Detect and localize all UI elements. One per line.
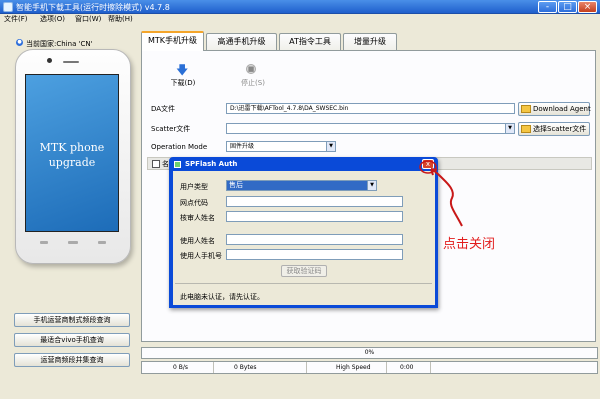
carrier-band-query-button[interactable]: 手机运营商制式频段查询: [14, 313, 130, 327]
maximize-button[interactable]: □: [558, 1, 577, 13]
scatter-file-label: Scatter文件: [151, 125, 191, 133]
da-file-field[interactable]: D:\迅雷下载\AFTool_4.7.8\DA_SWSEC.bin: [226, 103, 515, 114]
scatter-file-select[interactable]: ▼: [226, 123, 515, 134]
menu-bar: 文件(F) 选项(O) 窗口(W) 帮助(H): [0, 14, 600, 24]
status-elapsed-time: 0:00: [400, 364, 414, 371]
chevron-down-icon[interactable]: ▼: [505, 124, 514, 133]
user-type-label: 用户类型: [180, 183, 208, 191]
select-all-checkbox[interactable]: [152, 160, 160, 168]
status-bytes: 0 Bytes: [234, 364, 257, 371]
globe-icon: ●: [16, 39, 23, 46]
user-phone-input[interactable]: [226, 249, 403, 260]
tab-qualcomm[interactable]: 高通手机升级: [206, 33, 277, 50]
dialog-close-button[interactable]: x: [422, 159, 434, 169]
annotation-text: 点击关闭: [443, 237, 496, 252]
status-divider: [386, 362, 387, 373]
folder-icon: [521, 125, 531, 133]
vivo-phone-query-button[interactable]: 最适合vivo手机查询: [14, 333, 130, 347]
phone-menu-key: [40, 241, 48, 244]
window-title: 智能手机下载工具(运行时擦除模式) v4.7.8: [16, 3, 170, 12]
minimize-button[interactable]: -: [538, 1, 557, 13]
menu-window[interactable]: 窗口(W): [75, 14, 101, 24]
reviewer-name-input[interactable]: [226, 211, 403, 222]
phone-speaker: [63, 61, 79, 63]
status-divider: [213, 362, 214, 373]
user-type-select[interactable]: 售后 ▼: [226, 180, 377, 191]
progress-bar: 0%: [141, 347, 598, 359]
stop-icon[interactable]: ■: [246, 64, 256, 74]
download-agent-button[interactable]: Download Agent: [518, 102, 591, 116]
menu-file[interactable]: 文件(F): [4, 14, 28, 24]
download-button[interactable]: 下载(D): [168, 78, 198, 88]
status-speed-mode: High Speed: [336, 364, 371, 371]
dialog-divider: [175, 283, 432, 284]
tab-mtk[interactable]: MTK手机升级: [141, 31, 204, 51]
download-agent-label: Download Agent: [533, 105, 591, 113]
dialog-app-icon: [174, 161, 181, 168]
chevron-down-icon[interactable]: ▼: [326, 142, 335, 151]
user-type-value: 售后: [229, 181, 243, 189]
download-arrow-icon[interactable]: 🡇: [176, 64, 188, 76]
select-scatter-button[interactable]: 选择Scatter文件: [518, 122, 590, 136]
stop-button[interactable]: 停止(S): [238, 78, 268, 88]
phone-camera: [47, 58, 52, 63]
list-header-label: 名: [162, 160, 169, 168]
country-label: 当前国家:China 'CN': [26, 40, 93, 48]
branch-code-input[interactable]: [226, 196, 403, 207]
reviewer-name-label: 核审人姓名: [180, 214, 215, 222]
branch-code-label: 网点代码: [180, 199, 208, 207]
user-name-label: 使用人姓名: [180, 237, 215, 245]
dialog-title: SPFlash Auth: [185, 160, 238, 168]
close-button[interactable]: ×: [578, 1, 597, 13]
phone-screen-text: MTK phone upgrade: [25, 140, 119, 170]
folder-icon: [521, 105, 531, 113]
progress-text: 0%: [364, 349, 375, 356]
tab-at-command[interactable]: AT指令工具: [279, 33, 341, 50]
operation-mode-label: Operation Mode: [151, 143, 208, 151]
status-divider: [306, 362, 307, 373]
get-verification-code-button[interactable]: 获取验证码: [281, 265, 327, 277]
select-scatter-label: 选择Scatter文件: [533, 125, 587, 133]
menu-options[interactable]: 选项(O): [40, 14, 65, 24]
tab-incremental[interactable]: 增量升级: [343, 33, 397, 50]
operation-mode-value: 固件升级: [230, 143, 255, 150]
band-union-query-button[interactable]: 运营商频段并集查询: [14, 353, 130, 367]
da-file-label: DA文件: [151, 105, 176, 113]
status-transfer-rate: 0 B/s: [173, 364, 188, 371]
user-phone-label: 使用人手机号: [180, 252, 222, 260]
menu-help[interactable]: 帮助(H): [108, 14, 133, 24]
phone-back-key: [98, 241, 106, 244]
operation-mode-select[interactable]: 固件升级 ▼: [226, 141, 336, 152]
status-divider: [430, 362, 431, 373]
dialog-status-text: 此电脑未认证，请先认证。: [180, 293, 264, 301]
chevron-down-icon[interactable]: ▼: [367, 181, 376, 190]
phone-text-line1: MTK phone: [39, 141, 105, 154]
phone-text-line2: upgrade: [48, 156, 96, 169]
app-icon: [3, 2, 13, 12]
phone-home-key: [68, 241, 78, 244]
user-name-input[interactable]: [226, 234, 403, 245]
